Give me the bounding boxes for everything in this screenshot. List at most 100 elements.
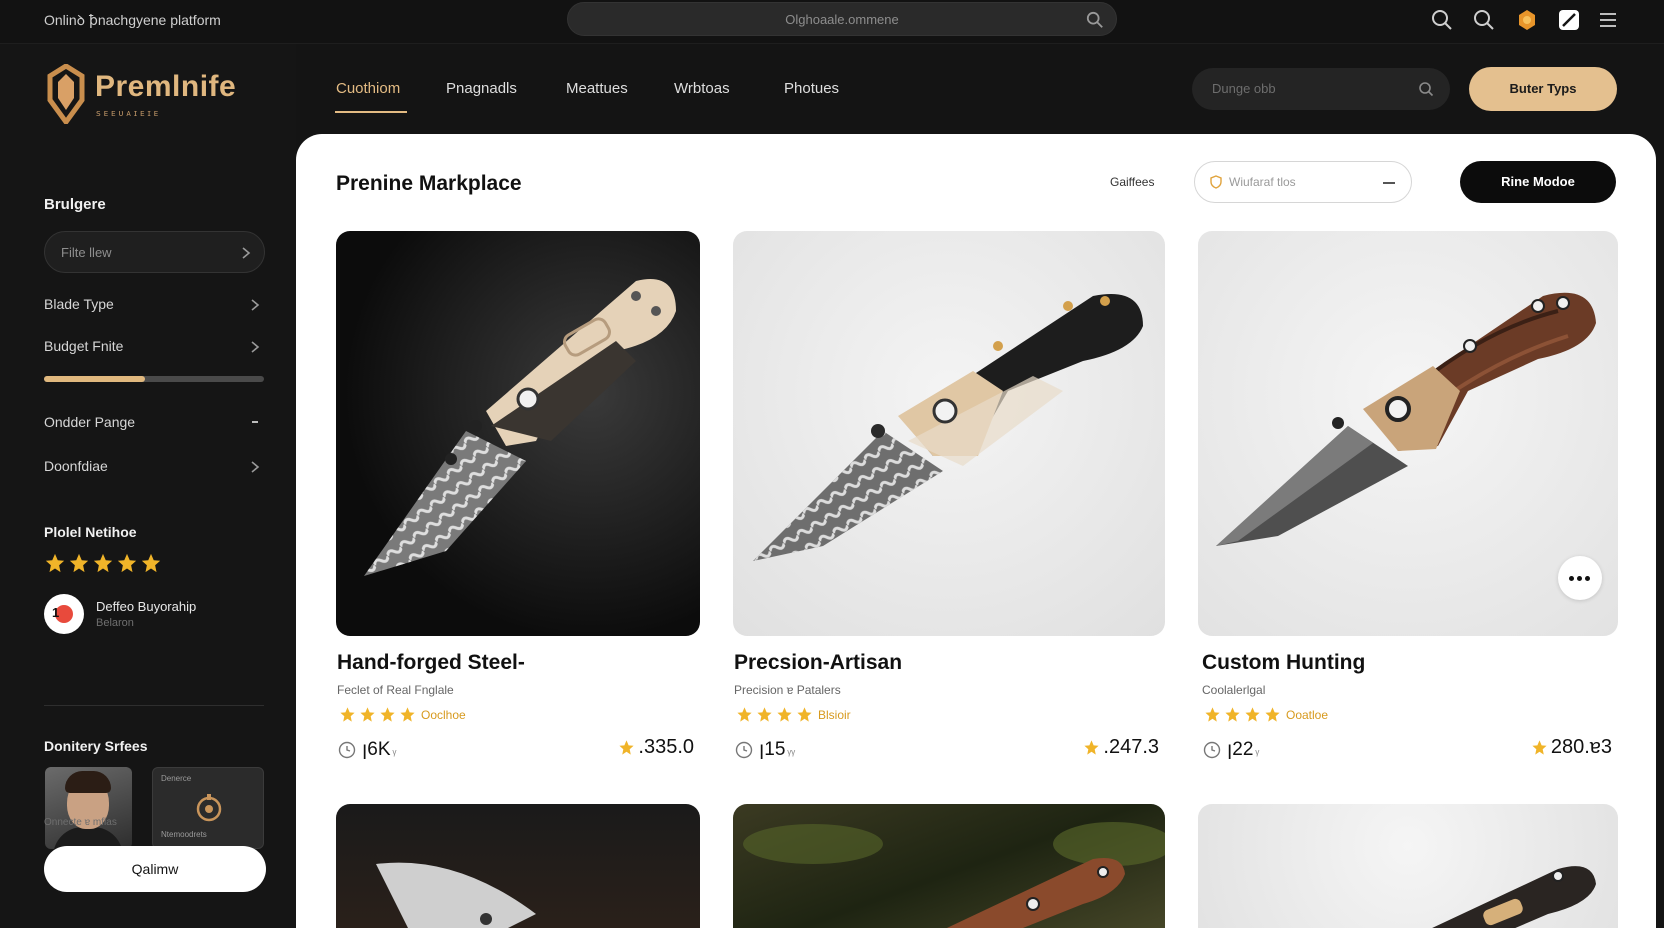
- product-title[interactable]: Custom Hunting: [1202, 651, 1365, 675]
- search-icon[interactable]: [1430, 8, 1454, 32]
- more-dot-icon: [1569, 576, 1574, 581]
- clock-icon: [735, 741, 753, 758]
- star-icon: [1245, 707, 1260, 722]
- divider: [44, 705, 264, 706]
- sidebar-action-button[interactable]: Qalimw: [44, 846, 266, 892]
- tab-collection[interactable]: Cuothiom: [336, 80, 400, 97]
- star-icon: [360, 707, 375, 722]
- filter-input[interactable]: Filte llew: [44, 231, 265, 273]
- star-icon: [757, 707, 772, 722]
- top-bar: Onlinꝺ ꝥnachgyene platform Olghoaale.omm…: [0, 0, 1664, 44]
- brand-logo[interactable]: Premlnife ꜱᴇᴇᴜᴀɪᴇɪᴇ: [44, 64, 244, 130]
- star-icon: [1205, 707, 1220, 722]
- product-meta-text: ꞁ22: [1227, 739, 1254, 760]
- product-rating: Ooatloe: [1204, 706, 1328, 724]
- product-price-text: .247.3: [1103, 736, 1159, 758]
- star-icon: [1265, 707, 1280, 722]
- edit-icon[interactable]: [1557, 8, 1581, 32]
- marketplace-panel: Prenine Markplace Gaiffees Wiufaraf tlos…: [296, 134, 1656, 928]
- avatar: 1: [44, 594, 84, 634]
- rating-heading: Plolel Netihoe: [44, 524, 137, 540]
- portrait-hair: [65, 771, 111, 793]
- knife-illustration: [1216, 292, 1596, 546]
- product-meta-text: ꞁ15: [759, 739, 786, 760]
- product-meta: ꞁ15 ᵧᵧ: [735, 738, 795, 760]
- badge-icon[interactable]: [1515, 8, 1539, 32]
- product-image[interactable]: [1198, 231, 1618, 636]
- star-icon: [737, 707, 752, 722]
- tab-wrtoas[interactable]: Wrbtoas: [674, 80, 730, 97]
- tab-photos[interactable]: Photues: [784, 80, 839, 97]
- product-rating-label: Ooclhoe: [421, 707, 466, 722]
- star-icon: [69, 553, 89, 573]
- star-icon: [380, 707, 395, 722]
- product-price: 280.ɐ3: [1531, 736, 1612, 760]
- product-price-text: .335.0: [638, 736, 694, 758]
- sidebar-item-order-range[interactable]: Ondder Pange: [44, 410, 262, 436]
- address-bar[interactable]: Olghoaale.ommene: [567, 2, 1117, 36]
- rating-filter[interactable]: [44, 552, 164, 576]
- more-options-button[interactable]: [1558, 556, 1602, 600]
- brand-ring-icon: [196, 794, 222, 822]
- chevron-right-icon: [242, 247, 251, 259]
- tab-makers[interactable]: Meattues: [566, 80, 628, 97]
- brand-name: Premlnife: [95, 70, 237, 103]
- filter-placeholder: Filte llew: [61, 245, 112, 260]
- material-placeholder: Wiufaraf tlos: [1229, 175, 1296, 189]
- star-icon: [1084, 740, 1099, 755]
- product-title[interactable]: Precsion-Artisan: [734, 651, 902, 675]
- series-portrait-thumbnail[interactable]: [45, 767, 132, 849]
- product-image[interactable]: [336, 231, 700, 636]
- address-text: Olghoaale.ommene: [785, 12, 899, 27]
- product-meta: ꞁ6K ᵧ: [338, 738, 396, 760]
- knife-illustration: [376, 862, 536, 928]
- star-icon: [93, 553, 113, 573]
- search-placeholder: Dunge obb: [1212, 81, 1276, 96]
- product-card[interactable]: Hand-forged Steel- Feclet of Real Fnglal…: [336, 231, 700, 771]
- star-icon: [117, 553, 137, 573]
- menu-icon[interactable]: [1596, 8, 1620, 32]
- knife-illustration: [364, 279, 676, 576]
- app-window: Onlinꝺ ꝥnachgyene platform Olghoaale.omm…: [0, 0, 1664, 928]
- series-brand-thumbnail[interactable]: Denerce Ntemoodrets: [152, 767, 264, 849]
- product-image[interactable]: [336, 804, 700, 928]
- product-image[interactable]: [1198, 804, 1618, 928]
- product-image[interactable]: [733, 804, 1165, 928]
- mode-button[interactable]: Rine Modoe: [1460, 161, 1616, 203]
- buyer-types-button[interactable]: Buter Typs: [1469, 67, 1617, 111]
- product-image[interactable]: [733, 231, 1165, 636]
- search-icon[interactable]: [1418, 81, 1434, 97]
- search-input[interactable]: Dunge obb: [1192, 68, 1450, 110]
- sidebar-item-budget[interactable]: Budget Fnite: [44, 334, 262, 360]
- clock-icon: [338, 741, 356, 758]
- material-select[interactable]: Wiufaraf tlos: [1194, 161, 1412, 203]
- collapse-dash-icon: [252, 421, 258, 423]
- search-icon[interactable]: [1472, 8, 1496, 32]
- sidebar-item-blade-type[interactable]: Blade Type: [44, 292, 262, 318]
- sidebar-item-label: Blade Type: [44, 296, 114, 312]
- shield-logo-icon: [47, 64, 85, 124]
- tab-products[interactable]: Pnagnadls: [446, 80, 517, 97]
- budget-slider[interactable]: [44, 376, 264, 382]
- search-icon[interactable]: [1086, 11, 1104, 29]
- product-price: .335.0: [618, 736, 694, 760]
- product-subtitle: Precision ɐ Patalers: [734, 683, 841, 697]
- series-brand-top: Denerce: [161, 774, 192, 783]
- knife-illustration: [753, 294, 1143, 561]
- seller-item[interactable]: 1 Deffeo Buyorahip Belaron: [44, 594, 264, 638]
- seller-name: Deffeo Buyorahip: [96, 599, 197, 614]
- star-icon: [141, 553, 161, 573]
- product-price: .247.3: [1083, 736, 1159, 760]
- chevron-right-icon: [251, 299, 260, 311]
- product-rating-label: Ooatloe: [1286, 707, 1329, 722]
- sidebar-heading: Brulgere: [44, 196, 106, 213]
- product-meta-unit: ᵧ: [392, 742, 397, 757]
- knife-illustration: [743, 822, 1165, 928]
- product-card[interactable]: Precsion-Artisan Precision ɐ Patalers Bl…: [733, 231, 1165, 771]
- product-card[interactable]: Custom Hunting Coolalerlgal Ooatloe ꞁ22 ᵧ…: [1198, 231, 1618, 771]
- star-icon: [797, 707, 812, 722]
- product-rating-label: Blsioir: [818, 707, 851, 722]
- product-subtitle: Feclet of Real Fnglale: [337, 683, 454, 697]
- sidebar-item-availability[interactable]: Doonfdiae: [44, 454, 262, 480]
- product-title[interactable]: Hand-forged Steel-: [337, 651, 525, 675]
